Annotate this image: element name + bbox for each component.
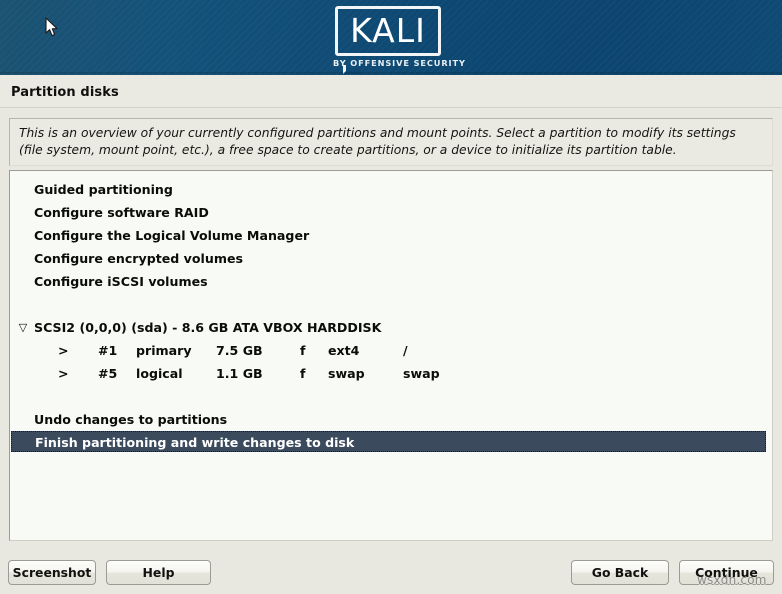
- list-item-label: Finish partitioning and write changes to…: [35, 435, 355, 450]
- partition-arrow-icon: >: [58, 366, 69, 381]
- expander-triangle-icon[interactable]: ▽: [16, 316, 30, 339]
- partition-row[interactable]: > #1 primary 7.5 GB f ext4 /: [10, 339, 772, 362]
- partition-mountpoint: swap: [403, 366, 440, 381]
- list-item-label: Configure encrypted volumes: [34, 251, 243, 266]
- button-bar: Screenshot Help Go Back Continue: [0, 552, 782, 594]
- list-item-configure-software-raid[interactable]: Configure software RAID: [10, 201, 772, 224]
- page-title: Partition disks: [11, 85, 119, 100]
- watermark: wsxdn.com: [697, 573, 767, 587]
- partition-size: 1.1 GB: [216, 366, 263, 381]
- help-button[interactable]: Help: [106, 560, 211, 585]
- screenshot-button[interactable]: Screenshot: [8, 560, 96, 585]
- partition-number: #5: [98, 366, 118, 381]
- kali-logo-wordmark: KALI: [350, 11, 426, 50]
- disk-header-sda[interactable]: ▽ SCSI2 (0,0,0) (sda) - 8.6 GB ATA VBOX …: [10, 316, 772, 339]
- list-item-guided-partitioning[interactable]: Guided partitioning: [10, 178, 772, 201]
- partition-type: logical: [136, 366, 183, 381]
- list-item-configure-iscsi-volumes[interactable]: Configure iSCSI volumes: [10, 270, 772, 293]
- kali-logo-tagline: BY OFFENSIVE SECURITY: [333, 58, 466, 68]
- partition-mountpoint: /: [403, 343, 408, 358]
- disk-label: SCSI2 (0,0,0) (sda) - 8.6 GB ATA VBOX HA…: [34, 320, 382, 335]
- list-item-label: Configure software RAID: [34, 205, 209, 220]
- list-item-label: Guided partitioning: [34, 182, 173, 197]
- title-separator: [0, 107, 782, 108]
- partition-flag: f: [300, 366, 306, 381]
- partition-list-panel[interactable]: Guided partitioning Configure software R…: [9, 170, 773, 541]
- kali-banner: KALI BY OFFENSIVE SECURITY: [0, 0, 782, 75]
- list-item-label: Configure the Logical Volume Manager: [34, 228, 310, 243]
- go-back-button[interactable]: Go Back: [571, 560, 669, 585]
- partition-number: #1: [98, 343, 118, 358]
- partition-filesystem: ext4: [328, 343, 360, 358]
- partition-flag: f: [300, 343, 306, 358]
- list-item-configure-lvm[interactable]: Configure the Logical Volume Manager: [10, 224, 772, 247]
- partition-size: 7.5 GB: [216, 343, 263, 358]
- description-box: This is an overview of your currently co…: [9, 118, 773, 166]
- partition-filesystem: swap: [328, 366, 365, 381]
- description-text: This is an overview of your currently co…: [19, 126, 736, 157]
- mouse-cursor-icon: [45, 17, 58, 37]
- partition-arrow-icon: >: [58, 343, 69, 358]
- list-item-configure-encrypted-volumes[interactable]: Configure encrypted volumes: [10, 247, 772, 270]
- partition-row[interactable]: > #5 logical 1.1 GB f swap swap: [10, 362, 772, 385]
- list-item-label: Configure iSCSI volumes: [34, 274, 208, 289]
- list-item-finish-partitioning[interactable]: Finish partitioning and write changes to…: [11, 431, 766, 452]
- list-item-label: Undo changes to partitions: [34, 412, 228, 427]
- kali-logo: KALI BY OFFENSIVE SECURITY: [333, 6, 466, 74]
- list-item-undo-changes[interactable]: Undo changes to partitions: [10, 408, 772, 431]
- partition-type: primary: [136, 343, 192, 358]
